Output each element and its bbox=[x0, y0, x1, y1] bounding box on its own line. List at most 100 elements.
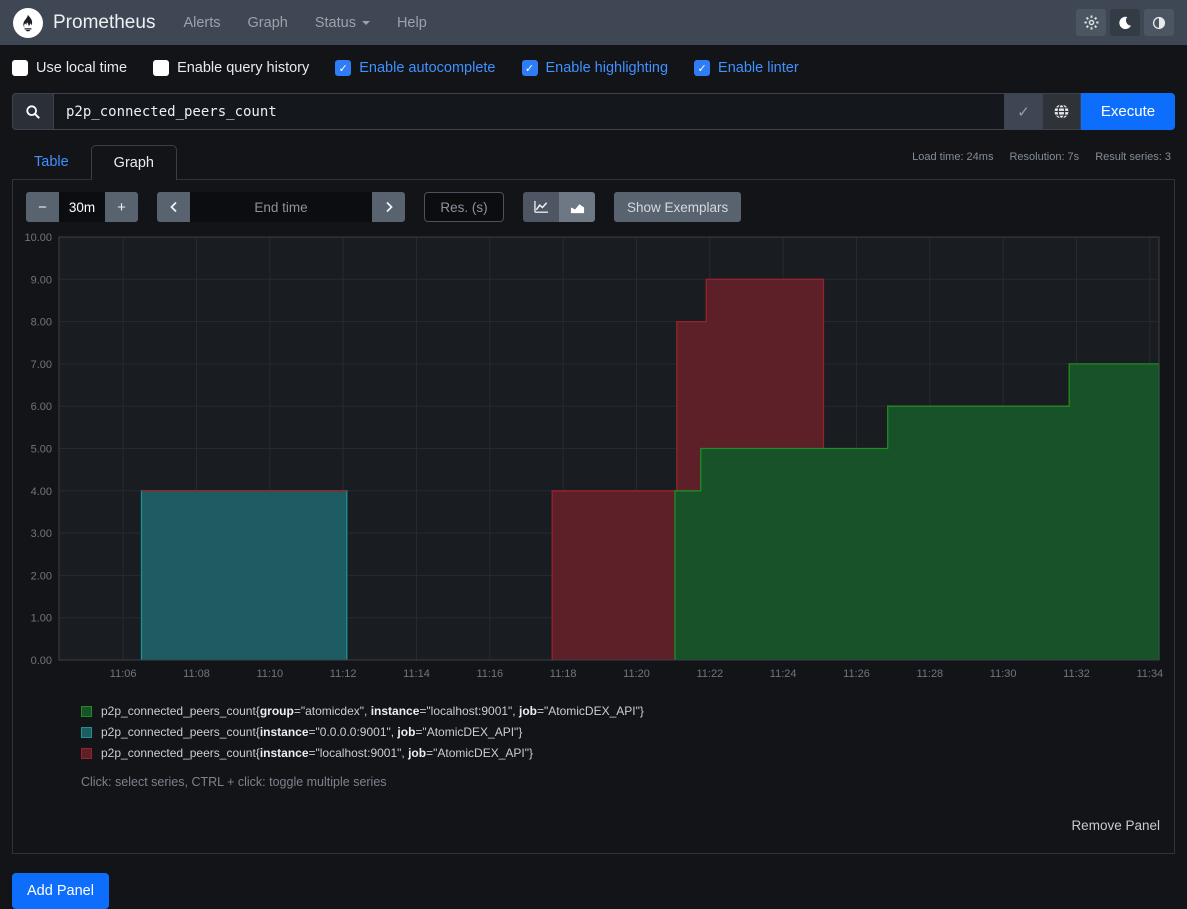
settings-button[interactable] bbox=[1076, 9, 1106, 36]
line-chart-icon bbox=[534, 200, 549, 215]
legend-item[interactable]: p2p_connected_peers_count{instance="0.0.… bbox=[81, 725, 1174, 739]
option-label: Enable autocomplete bbox=[359, 60, 495, 76]
option-use-local-time[interactable]: Use local time bbox=[12, 60, 127, 76]
prometheus-logo[interactable] bbox=[13, 8, 43, 38]
stat-load-time: Load time: 24ms bbox=[912, 151, 993, 163]
legend-swatch bbox=[81, 748, 92, 759]
range-increase-button[interactable]: + bbox=[105, 192, 138, 222]
range-input[interactable] bbox=[59, 192, 105, 222]
checkbox-checked-icon[interactable]: ✓ bbox=[522, 60, 538, 76]
checkbox-checked-icon[interactable]: ✓ bbox=[694, 60, 710, 76]
execute-button[interactable]: Execute bbox=[1081, 93, 1175, 130]
stacked-graph-button[interactable] bbox=[559, 192, 595, 222]
moon-icon bbox=[1118, 16, 1132, 30]
chart-legend: p2p_connected_peers_count{group="atomicd… bbox=[81, 704, 1174, 760]
range-control: − + bbox=[26, 192, 138, 222]
metrics-explorer-button[interactable] bbox=[1043, 93, 1081, 130]
time-series-chart[interactable]: 0.001.002.003.004.005.006.007.008.009.00… bbox=[14, 231, 1173, 683]
auto-theme-button[interactable] bbox=[1144, 9, 1174, 36]
chevron-down-icon bbox=[362, 21, 370, 25]
graph-controls: − + bbox=[13, 192, 1174, 222]
search-icon bbox=[25, 104, 41, 120]
option-enable-autocomplete[interactable]: ✓ Enable autocomplete bbox=[335, 60, 495, 76]
option-label: Enable query history bbox=[177, 60, 309, 76]
x-tick-label: 11:16 bbox=[476, 668, 503, 680]
option-label: Use local time bbox=[36, 60, 127, 76]
gear-icon bbox=[1084, 15, 1099, 30]
flame-icon bbox=[19, 14, 37, 32]
time-forward-button[interactable] bbox=[372, 192, 405, 222]
end-time-input[interactable] bbox=[190, 192, 372, 222]
legend-swatch bbox=[81, 727, 92, 738]
globe-icon bbox=[1053, 103, 1070, 120]
x-tick-label: 11:12 bbox=[330, 668, 357, 680]
query-input[interactable] bbox=[54, 93, 1005, 130]
x-tick-label: 11:26 bbox=[843, 668, 870, 680]
nav-links: Alerts Graph Status Help bbox=[183, 15, 426, 31]
line-graph-button[interactable] bbox=[523, 192, 559, 222]
series-area[interactable] bbox=[142, 491, 347, 660]
nav-link-graph[interactable]: Graph bbox=[248, 15, 288, 31]
x-tick-label: 11:34 bbox=[1136, 668, 1163, 680]
remove-panel-button[interactable]: Remove Panel bbox=[1071, 818, 1160, 833]
option-enable-linter[interactable]: ✓ Enable linter bbox=[694, 60, 799, 76]
add-panel-row: Add Panel bbox=[12, 873, 1175, 909]
contrast-icon bbox=[1152, 16, 1166, 30]
option-enable-highlighting[interactable]: ✓ Enable highlighting bbox=[522, 60, 669, 76]
x-tick-label: 11:18 bbox=[550, 668, 577, 680]
query-valid-check-button[interactable]: ✓ bbox=[1005, 93, 1043, 130]
checkbox-unchecked-icon[interactable] bbox=[12, 60, 28, 76]
checkbox-unchecked-icon[interactable] bbox=[153, 60, 169, 76]
y-tick-label: 3.00 bbox=[31, 528, 52, 540]
navbar-actions bbox=[1076, 9, 1174, 36]
endtime-control bbox=[157, 192, 405, 222]
x-tick-label: 11:08 bbox=[183, 668, 210, 680]
navbar: Prometheus Alerts Graph Status Help bbox=[0, 0, 1187, 45]
y-tick-label: 4.00 bbox=[31, 486, 52, 498]
query-stats: Load time: 24msResolution: 7sResult seri… bbox=[912, 151, 1171, 163]
option-label: Enable linter bbox=[718, 60, 799, 76]
checkbox-checked-icon[interactable]: ✓ bbox=[335, 60, 351, 76]
stacked-chart-icon bbox=[570, 200, 585, 215]
nav-link-alerts[interactable]: Alerts bbox=[183, 15, 220, 31]
add-panel-button[interactable]: Add Panel bbox=[12, 873, 109, 909]
x-tick-label: 11:22 bbox=[696, 668, 723, 680]
nav-link-help[interactable]: Help bbox=[397, 15, 427, 31]
x-tick-label: 11:32 bbox=[1063, 668, 1090, 680]
show-exemplars-button[interactable]: Show Exemplars bbox=[614, 192, 741, 222]
option-label: Enable highlighting bbox=[546, 60, 669, 76]
legend-item[interactable]: p2p_connected_peers_count{instance="loca… bbox=[81, 746, 1174, 760]
x-tick-label: 11:06 bbox=[110, 668, 137, 680]
chevron-left-icon bbox=[168, 200, 180, 214]
y-tick-label: 2.00 bbox=[31, 570, 52, 582]
option-enable-query-history[interactable]: Enable query history bbox=[153, 60, 309, 76]
dark-theme-button[interactable] bbox=[1110, 9, 1140, 36]
chevron-right-icon bbox=[383, 200, 395, 214]
chart-area[interactable]: 0.001.002.003.004.005.006.007.008.009.00… bbox=[14, 231, 1173, 688]
tab-graph[interactable]: Graph bbox=[91, 145, 177, 180]
range-decrease-button[interactable]: − bbox=[26, 192, 59, 222]
x-tick-label: 11:20 bbox=[623, 668, 650, 680]
y-tick-label: 10.00 bbox=[24, 232, 52, 244]
nav-link-status[interactable]: Status bbox=[315, 15, 370, 31]
y-tick-label: 9.00 bbox=[31, 274, 52, 286]
x-tick-label: 11:10 bbox=[256, 668, 283, 680]
query-bar: ✓ Execute bbox=[12, 93, 1175, 130]
legend-label: p2p_connected_peers_count{group="atomicd… bbox=[101, 704, 644, 718]
y-tick-label: 1.00 bbox=[31, 613, 52, 625]
time-back-button[interactable] bbox=[157, 192, 190, 222]
legend-item[interactable]: p2p_connected_peers_count{group="atomicd… bbox=[81, 704, 1174, 718]
x-tick-label: 11:14 bbox=[403, 668, 430, 680]
legend-label: p2p_connected_peers_count{instance="loca… bbox=[101, 746, 533, 760]
remove-panel-row: Remove Panel bbox=[13, 789, 1174, 843]
tab-table[interactable]: Table bbox=[12, 145, 91, 179]
legend-hint: Click: select series, CTRL + click: togg… bbox=[81, 775, 1174, 789]
app-title: Prometheus bbox=[53, 12, 155, 34]
graph-panel: − + bbox=[12, 179, 1175, 854]
x-tick-label: 11:28 bbox=[916, 668, 943, 680]
x-tick-label: 11:30 bbox=[990, 668, 1017, 680]
graph-type-toggle bbox=[523, 192, 595, 222]
result-tabs: TableGraph Load time: 24msResolution: 7sR… bbox=[12, 145, 1175, 179]
resolution-input[interactable] bbox=[424, 192, 504, 222]
legend-label: p2p_connected_peers_count{instance="0.0.… bbox=[101, 725, 522, 739]
